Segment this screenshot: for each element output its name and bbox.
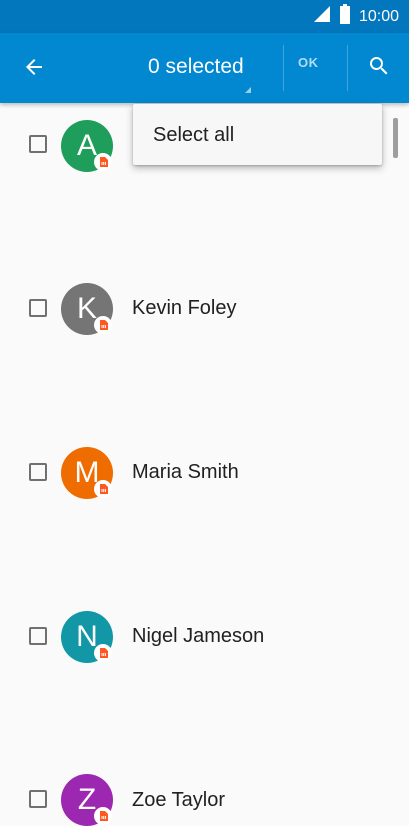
divider — [283, 45, 284, 91]
status-time: 10:00 — [358, 7, 399, 25]
page-title: 0 selected — [148, 55, 244, 78]
ok-button[interactable]: OK — [298, 55, 319, 70]
divider — [347, 45, 348, 91]
checkbox[interactable] — [29, 627, 47, 645]
sim-card-icon — [94, 807, 112, 825]
selection-dropdown[interactable]: 0 selected — [148, 55, 244, 79]
status-bar: 10:00 — [0, 0, 409, 33]
sim-card-icon — [94, 153, 112, 171]
battery-icon — [339, 4, 351, 29]
checkbox[interactable] — [29, 135, 47, 153]
back-button[interactable] — [14, 49, 54, 89]
list-item[interactable]: Z Zoe Taylor — [0, 432, 409, 826]
app-bar: 0 selected OK — [0, 33, 409, 103]
scrollbar[interactable] — [393, 118, 398, 158]
contact-list: A K Kevin Foley M Maria Smith N Nigel Ja… — [0, 104, 409, 826]
list-item[interactable]: M Maria Smith — [0, 268, 409, 499]
selection-menu: Select all — [133, 104, 382, 165]
dropdown-caret-icon — [245, 87, 251, 93]
contact-name: Nigel Jameson — [132, 625, 265, 647]
select-all-menu-item[interactable]: Select all — [153, 124, 234, 147]
list-item[interactable]: N Nigel Jameson — [0, 350, 409, 663]
checkbox[interactable] — [29, 790, 47, 808]
search-icon — [367, 54, 391, 83]
list-item[interactable]: K Kevin Foley — [0, 186, 409, 335]
contact-name: Zoe Taylor — [132, 789, 226, 811]
search-button[interactable] — [362, 49, 396, 87]
sim-card-icon — [94, 644, 112, 662]
signal-icon — [313, 5, 331, 28]
arrow-back-icon — [22, 55, 46, 84]
